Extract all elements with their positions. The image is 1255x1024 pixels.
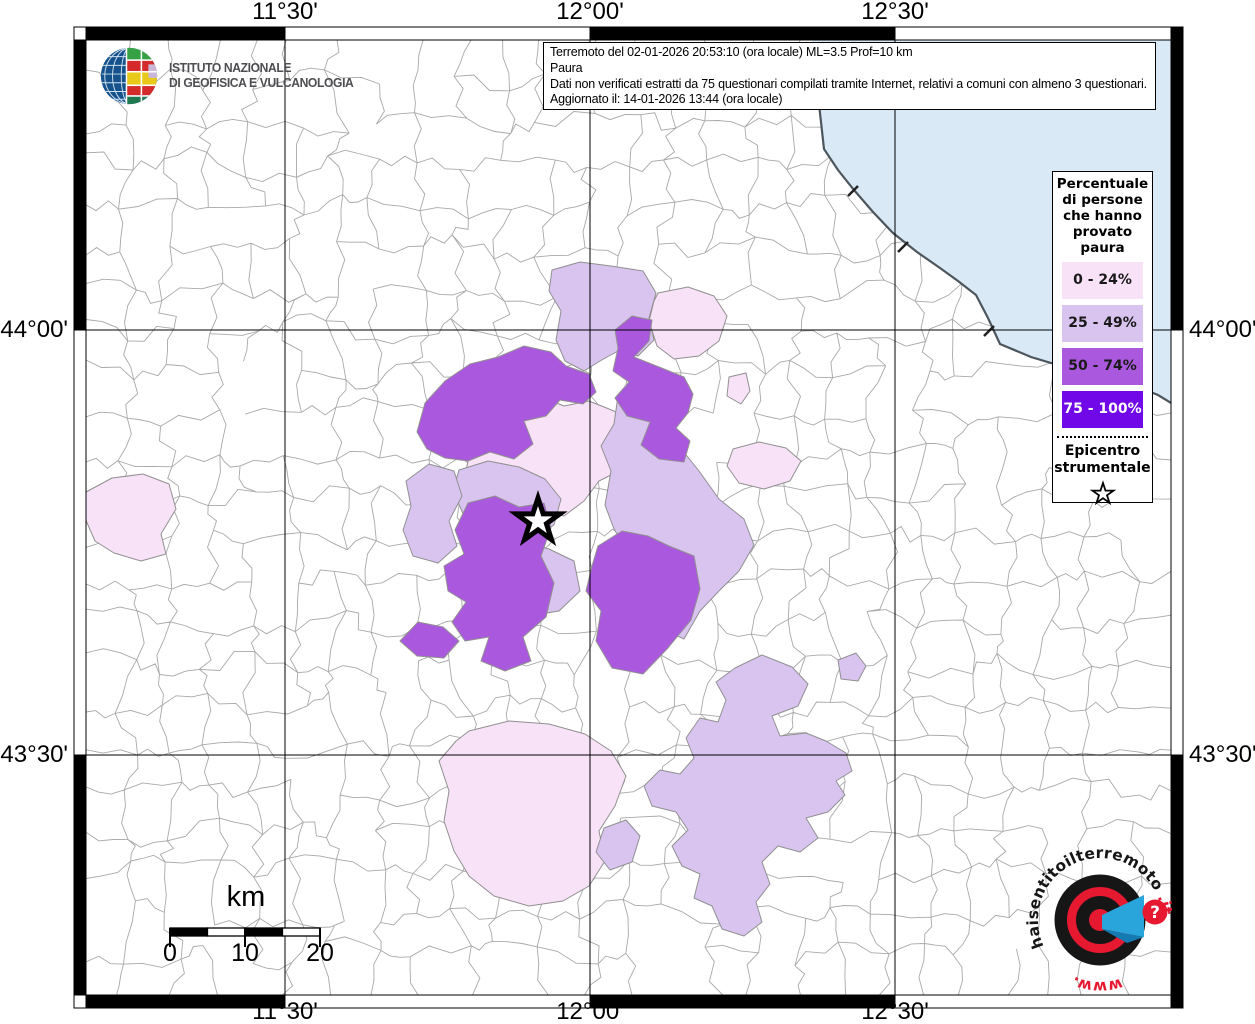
ingv-felt-report-map-page: 11°30' 12°00' 12°30' 11°30' 12°00' 12°30… [0, 0, 1255, 1024]
watermark-www: www. [1069, 973, 1124, 996]
legend-class-label: 75 - 100% [1063, 401, 1142, 417]
legend-title-line: Percentuale [1056, 176, 1149, 192]
legend-epicenter-line: strumentale [1054, 459, 1151, 476]
legend-title-line: di persone [1062, 192, 1143, 208]
legend-class-label: 0 - 24% [1073, 272, 1132, 288]
legend-class-50-74: 50 - 74% [1062, 348, 1143, 385]
axis-label-bottom-2: 12°00' [556, 998, 624, 1024]
axis-label-bottom-1: 11°30' [252, 998, 318, 1024]
axis-label-top-1: 11°30' [252, 0, 318, 25]
axis-label-left-44: 44°00' [0, 316, 68, 343]
epicenter-star-icon [1089, 480, 1116, 506]
axis-label-top-3: 12°30' [861, 0, 929, 25]
felt-region-p25 [402, 463, 463, 564]
ingv-name-line2: DI GEOFISICA E VULCANOLOGIA [169, 76, 354, 90]
legend-title-line: provato [1072, 224, 1133, 240]
ingv-name: ISTITUTO NAZIONALE DI GEOFISICA E VULCAN… [169, 61, 354, 91]
watermark-www-text: www. [1069, 973, 1124, 996]
scalebar-unit-label: km [226, 881, 266, 913]
axis-label-right-4330: 43°30' [1189, 741, 1255, 768]
axis-label-left-4330: 43°30' [0, 741, 68, 768]
ingv-name-line1: ISTITUTO NAZIONALE [169, 61, 292, 75]
legend-title: Percentuale di persone che hanno provato… [1053, 176, 1152, 256]
haisentitoilterremoto-logo: ? haisentitoilterremoto .it www. [1024, 844, 1176, 996]
ingv-globe-icon [100, 47, 158, 105]
event-effect-line: Paura [550, 60, 583, 75]
felt-region-p25 [548, 261, 657, 372]
scalebar-tick-10: 10 [231, 939, 259, 967]
event-summary-line: Terremoto del 02-01-2026 20:53:10 (ora l… [550, 45, 913, 59]
legend-title-line: che hanno [1063, 208, 1142, 224]
event-updated-line: Aggiornato il: 14-01-2026 13:44 (ora loc… [550, 92, 783, 107]
legend: Percentuale di persone che hanno provato… [1052, 171, 1153, 506]
event-info-box: Terremoto del 02-01-2026 20:53:10 (ora l… [543, 42, 1156, 110]
legend-title-line: paura [1080, 240, 1125, 256]
axis-label-right-44: 44°00' [1189, 316, 1255, 343]
legend-class-75-100: 75 - 100% [1062, 391, 1143, 428]
axis-label-bottom-3: 12°30' [861, 998, 929, 1024]
ingv-logo: ISTITUTO NAZIONALE DI GEOFISICA E VULCAN… [98, 45, 359, 107]
legend-epicenter-line: Epicentro [1064, 443, 1141, 459]
event-data-note: Dati non verificati estratti da 75 quest… [550, 76, 1147, 91]
axis-label-top-2: 12°00' [556, 0, 624, 25]
legend-class-25-49: 25 - 49% [1062, 305, 1143, 342]
legend-class-0-24: 0 - 24% [1062, 262, 1143, 299]
legend-class-label: 25 - 49% [1068, 315, 1137, 331]
legend-class-label: 50 - 74% [1068, 358, 1137, 374]
scalebar-tick-20: 20 [306, 939, 334, 967]
scalebar-tick-0: 0 [163, 939, 177, 967]
legend-epicenter-label: Epicentro strumentale [1053, 443, 1152, 476]
legend-divider [1056, 436, 1149, 438]
